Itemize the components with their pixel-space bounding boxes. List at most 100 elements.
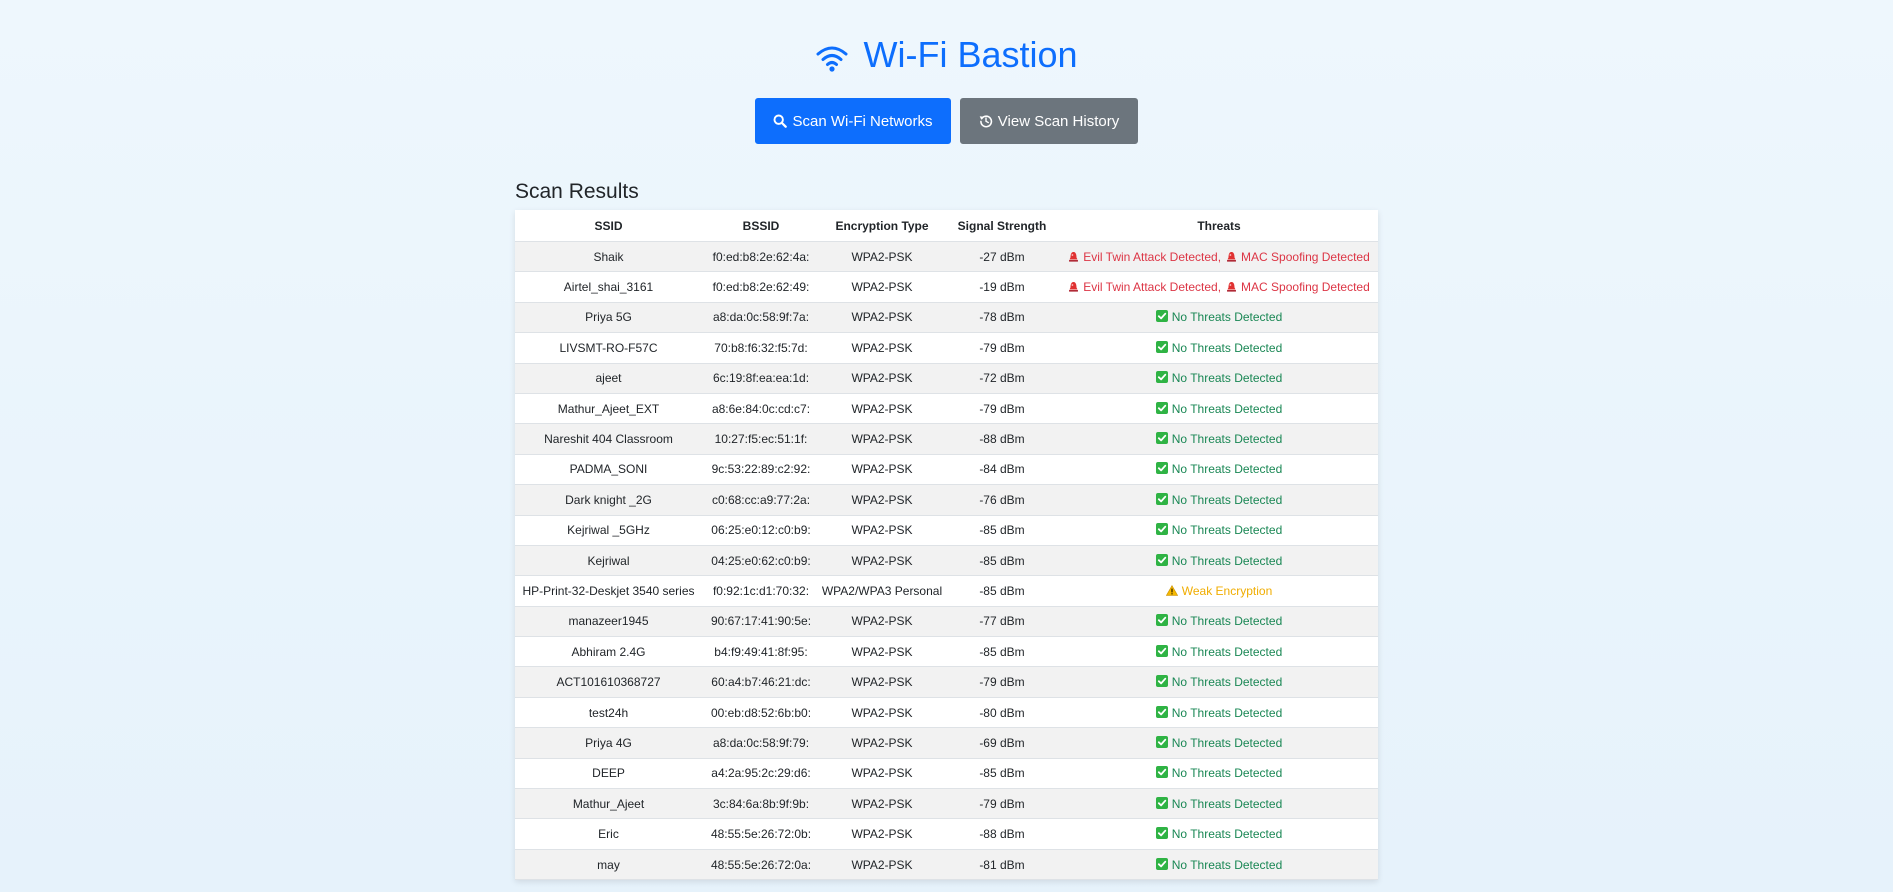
cell-encryption: WPA2-PSK xyxy=(820,423,944,455)
threat-none: No Threats Detected xyxy=(1155,827,1283,842)
check-icon xyxy=(1155,735,1168,748)
cell-signal: -79 dBm xyxy=(944,666,1060,698)
cell-threats: No Threats Detected xyxy=(1060,606,1378,638)
cell-encryption: WPA2-PSK xyxy=(820,302,944,334)
threat-none: No Threats Detected xyxy=(1155,492,1283,507)
check-icon xyxy=(1155,644,1168,657)
cell-ssid: Shaik xyxy=(515,241,702,273)
alarm-icon xyxy=(1227,251,1237,262)
scan-results-title: Scan Results xyxy=(515,180,639,203)
threat-none: No Threats Detected xyxy=(1155,766,1283,781)
scan-networks-button[interactable]: Scan Wi-Fi Networks xyxy=(755,98,951,144)
threat-weak-encryption: Weak Encryption xyxy=(1165,584,1272,598)
cell-ssid: Airtel_shai_3161 xyxy=(515,271,702,303)
cell-ssid: Priya 5G xyxy=(515,302,702,334)
table-row: manazeer1945 90:67:17:41:90:5e: WPA2-PSK -7… xyxy=(515,606,1378,638)
cell-encryption: WPA2-PSK xyxy=(820,515,944,546)
table-row: DEEP a4:2a:95:2c:29:d6: WPA2-PSK -85 dBm No … xyxy=(515,758,1378,790)
table-row: Eric 48:55:5e:26:72:0b: WPA2-PSK -88 dBm No … xyxy=(515,818,1378,850)
cell-encryption: WPA2-PSK xyxy=(820,484,944,516)
check-icon xyxy=(1155,675,1168,688)
cell-encryption: WPA2-PSK xyxy=(820,727,944,759)
cell-encryption: WPA2-PSK xyxy=(820,818,944,850)
check-icon xyxy=(1155,462,1168,475)
cell-bssid: 04:25:e0:62:c0:b9: xyxy=(702,545,820,577)
cell-signal: -88 dBm xyxy=(944,818,1060,850)
warning-icon xyxy=(1165,584,1178,596)
scan-results-table: SSID BSSID Encryption Type Signal Streng… xyxy=(515,210,1378,881)
cell-encryption: WPA2-PSK xyxy=(820,393,944,425)
threat-evil-twin-label: Evil Twin Attack Detected, xyxy=(1083,280,1222,295)
threat-none-label: No Threats Detected xyxy=(1171,462,1283,477)
threat-none-label: No Threats Detected xyxy=(1171,766,1283,781)
cell-signal: -77 dBm xyxy=(944,606,1060,638)
threat-none: No Threats Detected xyxy=(1155,523,1282,537)
threat-none-label: No Threats Detected xyxy=(1171,705,1283,720)
threat-none-label: No Threats Detected xyxy=(1171,371,1283,386)
cell-bssid: c0:68:cc:a9:77:2a: xyxy=(702,484,820,516)
threat-none-label: No Threats Detected xyxy=(1171,735,1283,750)
threat-none: No Threats Detected xyxy=(1155,310,1283,325)
table-row: may 48:55:5e:26:72:0a: WPA2-PSK -81 dBm No T… xyxy=(515,849,1378,881)
app-root: Wi-Fi Bastion Scan Wi-Fi Networks View S… xyxy=(0,0,1893,881)
cell-encryption: WPA2-PSK xyxy=(820,697,944,729)
cell-signal: -72 dBm xyxy=(944,363,1060,394)
threat-none: No Threats Detected xyxy=(1155,462,1283,477)
cell-encryption: WPA2-PSK xyxy=(820,271,944,303)
table-row: Kejriwal 04:25:e0:62:c0:b9: WPA2-PSK -85 dB… xyxy=(515,545,1378,577)
view-history-button[interactable]: View Scan History xyxy=(960,98,1138,144)
cell-bssid: a8:da:0c:58:9f:79: xyxy=(702,727,820,759)
alarm-icon xyxy=(1069,251,1079,262)
cell-ssid: ajeet xyxy=(515,363,702,394)
cell-ssid: Eric xyxy=(515,818,702,850)
cell-signal: -85 dBm xyxy=(944,575,1060,607)
threat-none-label: No Threats Detected xyxy=(1171,857,1283,872)
cell-bssid: a4:2a:95:2c:29:d6: xyxy=(702,758,820,790)
threat-mac-spoofing: MAC Spoofing Detected xyxy=(1226,250,1370,264)
cell-encryption: WPA2-PSK xyxy=(820,849,944,881)
cell-ssid: DEEP xyxy=(515,758,702,790)
cell-bssid: a8:6e:84:0c:cd:c7: xyxy=(702,393,820,425)
cell-threats: No Threats Detected xyxy=(1060,697,1378,729)
threat-evil-twin-label: Evil Twin Attack Detected, xyxy=(1083,249,1222,264)
cell-bssid: 06:25:e0:12:c0:b9: xyxy=(702,515,820,546)
threat-none: No Threats Detected xyxy=(1155,614,1282,628)
threat-none: No Threats Detected xyxy=(1155,796,1282,811)
cell-encryption: WPA2-PSK xyxy=(820,241,944,273)
cell-ssid: Abhiram 2.4G xyxy=(515,636,702,668)
history-icon xyxy=(979,115,992,128)
table-row: Airtel_shai_3161 f0:ed:b8:2e:62:49: WPA2-P… xyxy=(515,271,1378,303)
threat-none-label: No Threats Detected xyxy=(1171,492,1283,507)
cell-threats: No Threats Detected xyxy=(1060,758,1378,790)
cell-signal: -84 dBm xyxy=(944,454,1060,486)
cell-encryption: WPA2-PSK xyxy=(820,788,944,820)
cell-ssid: Kejriwal _5GHz xyxy=(515,515,702,546)
cell-bssid: 9c:53:22:89:c2:92: xyxy=(702,454,820,486)
cell-bssid: 60:a4:b7:46:21:dc: xyxy=(702,666,820,698)
cell-threats: No Threats Detected xyxy=(1060,788,1378,820)
check-icon xyxy=(1155,827,1168,840)
cell-ssid: Nareshit 404 Classroom xyxy=(515,423,702,455)
check-icon xyxy=(1155,401,1168,414)
threat-none-label: No Threats Detected xyxy=(1171,310,1283,325)
cell-bssid: 3c:84:6a:8b:9f:9b: xyxy=(702,788,820,820)
threat-mac-spoofing: MAC Spoofing Detected xyxy=(1226,280,1370,294)
check-icon xyxy=(1155,796,1168,809)
action-bar: Scan Wi-Fi Networks View Scan History xyxy=(0,98,1893,144)
scan-networks-label: Scan Wi-Fi Networks xyxy=(792,112,933,130)
cell-bssid: 48:55:5e:26:72:0b: xyxy=(702,818,820,850)
cell-threats: Weak Encryption xyxy=(1060,575,1378,607)
threat-evil-twin: Evil Twin Attack Detected, xyxy=(1068,250,1226,264)
table-row: test24h 00:eb:d8:52:6b:b0: WPA2-PSK -80 dBm… xyxy=(515,697,1378,729)
threat-none: No Threats Detected xyxy=(1155,857,1283,872)
column-header-signal: Signal Strength xyxy=(944,210,1060,242)
scan-results-section: Scan Results SSID BSSID Encryption Type … xyxy=(515,180,1378,881)
check-icon xyxy=(1155,432,1168,445)
threat-none-label: No Threats Detected xyxy=(1171,827,1283,842)
cell-ssid: HP-Print-32-Deskjet 3540 series xyxy=(515,575,702,607)
threat-none: No Threats Detected xyxy=(1155,432,1282,446)
check-icon xyxy=(1155,523,1168,536)
cell-signal: -81 dBm xyxy=(944,849,1060,881)
threat-none: No Threats Detected xyxy=(1155,705,1283,720)
cell-threats: No Threats Detected xyxy=(1060,545,1378,577)
